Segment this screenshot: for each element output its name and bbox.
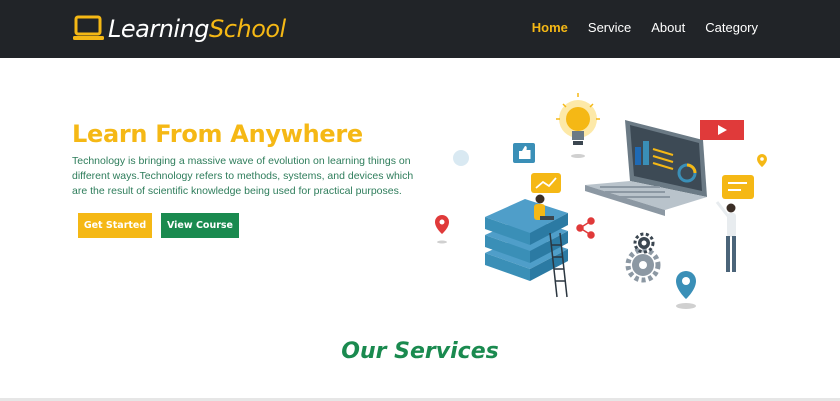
brand-name-part2: School bbox=[209, 15, 286, 43]
nav-link-about[interactable]: About bbox=[651, 20, 685, 35]
location-pin-small-icon bbox=[757, 154, 767, 167]
brand-name-part1: Learning bbox=[108, 15, 210, 43]
lightbulb-icon bbox=[556, 93, 600, 158]
person-sitting bbox=[534, 194, 554, 220]
person-standing bbox=[715, 201, 736, 272]
laptop-icon bbox=[73, 15, 104, 40]
nav-menu: Home Service About Category bbox=[532, 20, 758, 35]
location-pin-large-icon bbox=[676, 271, 696, 309]
video-play-icon bbox=[700, 120, 744, 140]
hero-title: Learn From Anywhere bbox=[72, 120, 363, 148]
hero-illustration bbox=[435, 93, 767, 309]
services-title: Our Services bbox=[341, 339, 499, 364]
share-icon bbox=[576, 217, 595, 239]
chart-bubble-icon bbox=[531, 173, 561, 193]
nav-link-category[interactable]: Category bbox=[705, 20, 758, 35]
laptop-illustration bbox=[585, 120, 707, 216]
hero-description: Technology is bringing a massive wave of… bbox=[72, 155, 414, 197]
navbar: LearningSchool Home Service About Catego… bbox=[0, 0, 840, 58]
chat-bubble-icon bbox=[722, 175, 754, 199]
gear-icon bbox=[625, 247, 661, 283]
brand-logo[interactable]: LearningSchool bbox=[72, 13, 286, 45]
get-started-button[interactable]: Get Started bbox=[78, 213, 152, 238]
view-course-button[interactable]: View Course bbox=[161, 213, 239, 238]
brand-name: LearningSchool bbox=[108, 15, 286, 43]
nav-link-service[interactable]: Service bbox=[588, 20, 631, 35]
thumbs-up-icon bbox=[513, 143, 535, 163]
decor-circle bbox=[453, 150, 469, 166]
location-pin-icon bbox=[435, 215, 449, 244]
nav-link-home[interactable]: Home bbox=[532, 20, 568, 35]
